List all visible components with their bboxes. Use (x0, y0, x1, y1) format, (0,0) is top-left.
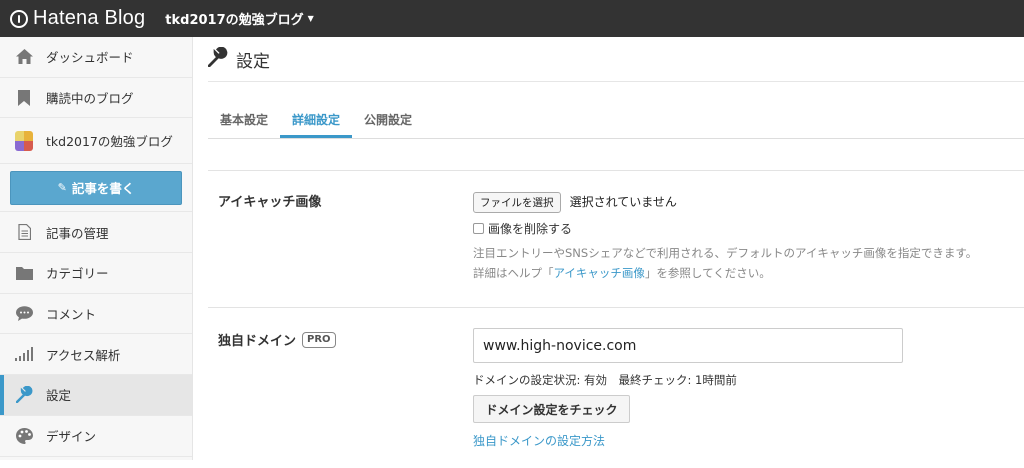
sidebar-item-analytics[interactable]: アクセス解析 (0, 334, 192, 376)
tab-advanced-settings[interactable]: 詳細設定 (280, 111, 353, 138)
write-article-label: 記事を書く (71, 181, 135, 197)
home-icon (15, 48, 33, 66)
comment-icon (15, 305, 33, 323)
sidebar-item-label: デザイン (46, 429, 97, 445)
sidebar-item-label: tkd2017の勉強ブログ (46, 134, 173, 150)
blog-switcher[interactable]: tkd2017の勉強ブログ ▼ (165, 9, 314, 28)
delete-image-label: 画像を削除する (488, 222, 573, 236)
eyecatch-help: 注目エントリーやSNSシェアなどで利用される、デフォルトのアイキャッチ画像を指定… (473, 243, 977, 283)
page-title: 設定 (236, 51, 270, 72)
bar-chart-icon (15, 345, 33, 363)
pro-badge: PRO (302, 331, 336, 348)
page-header: 設定 (207, 37, 1024, 82)
hatena-logo-icon (10, 9, 28, 28)
settings-tabs: 基本設定 詳細設定 公開設定 (208, 82, 1024, 139)
tab-publish-settings[interactable]: 公開設定 (364, 111, 424, 138)
custom-domain-body: ドメインの設定状況: 有効 最終チェック: 1時間前 ドメイン設定をチェック 独… (473, 328, 903, 449)
sidebar-item-blog[interactable]: tkd2017の勉強ブログ (0, 118, 192, 165)
write-button-wrap: ✎ 記事を書く (0, 164, 192, 213)
blog-switcher-label: tkd2017の勉強ブログ (165, 13, 304, 28)
help-prefix: 詳細はヘルプ「 (473, 266, 554, 280)
sidebar-item-design[interactable]: デザイン (0, 416, 192, 457)
main-content: 設定 基本設定 詳細設定 公開設定 アイキャッチ画像 ファイルを選択 選択されて… (207, 37, 1024, 460)
sidebar-item-label: 設定 (46, 388, 72, 404)
delete-image-checkbox[interactable] (473, 223, 484, 234)
caret-down-icon: ▼ (307, 14, 314, 23)
sidebar-item-comments[interactable]: コメント (0, 294, 192, 335)
delete-image-option: 画像を削除する (473, 220, 977, 237)
sidebar-item-label: カテゴリー (46, 266, 109, 282)
sidebar-item-label: アクセス解析 (46, 347, 121, 363)
sidebar-item-label: 記事の管理 (46, 225, 109, 241)
folder-icon (15, 264, 33, 282)
pencil-icon: ✎ (57, 181, 67, 195)
domain-status: ドメインの設定状況: 有効 最終チェック: 1時間前 (473, 373, 737, 387)
sidebar-item-label: ダッシュボード (46, 50, 134, 66)
tab-basic-settings[interactable]: 基本設定 (220, 111, 280, 138)
sidebar-item-dashboard[interactable]: ダッシュボード (0, 37, 192, 78)
sidebar-item-category[interactable]: カテゴリー (0, 253, 192, 294)
sidebar-item-label: コメント (46, 307, 97, 323)
help-suffix: 」を参照してください。 (644, 266, 771, 280)
top-bar: Hatena Blog tkd2017の勉強ブログ ▼ (0, 0, 1024, 37)
choose-file-button[interactable]: ファイルを選択 (473, 192, 561, 213)
logo-text: Hatena Blog (33, 7, 146, 29)
sidebar-item-label: 購読中のブログ (46, 91, 134, 107)
custom-domain-title: 独自ドメイン (218, 334, 297, 349)
eyecatch-help-line1: 注目エントリーやSNSシェアなどで利用される、デフォルトのアイキャッチ画像を指定… (473, 246, 978, 260)
bookmark-icon (15, 89, 33, 107)
write-article-button[interactable]: ✎ 記事を書く (10, 170, 182, 205)
eyecatch-label: アイキャッチ画像 (218, 195, 322, 210)
section-spacer (208, 139, 1024, 171)
wrench-icon (207, 46, 228, 71)
eyecatch-help-link[interactable]: アイキャッチ画像 (554, 266, 645, 280)
document-icon (15, 223, 33, 241)
eyecatch-row: アイキャッチ画像 ファイルを選択 選択されていません 画像を削除する 注目エント… (208, 171, 1024, 308)
check-domain-button[interactable]: ドメイン設定をチェック (473, 395, 630, 423)
eyecatch-help-line2: 詳細はヘルプ「アイキャッチ画像」を参照してください。 (473, 263, 977, 283)
sidebar: ダッシュボード 購読中のブログ tkd2017の勉強ブログ ✎ 記事を書く 記事… (0, 37, 193, 460)
custom-domain-row: 独自ドメイン PRO ドメインの設定状況: 有効 最終チェック: 1時間前 ドメ… (208, 308, 1024, 468)
file-status: 選択されていません (569, 195, 677, 209)
sidebar-item-subscriptions[interactable]: 購読中のブログ (0, 78, 192, 119)
eyecatch-body: ファイルを選択 選択されていません 画像を削除する 注目エントリーやSNSシェア… (473, 191, 977, 283)
custom-domain-input[interactable] (473, 328, 903, 363)
palette-icon (15, 427, 33, 445)
blog-avatar (15, 130, 33, 151)
wrench-icon (15, 386, 33, 404)
hatena-blog-logo[interactable]: Hatena Blog (10, 7, 145, 30)
sidebar-item-manage[interactable]: 記事の管理 (0, 212, 192, 254)
custom-domain-label: 独自ドメイン PRO (218, 330, 336, 349)
sidebar-item-settings[interactable]: 設定 (0, 375, 192, 416)
domain-howto-link[interactable]: 独自ドメインの設定方法 (473, 432, 903, 449)
